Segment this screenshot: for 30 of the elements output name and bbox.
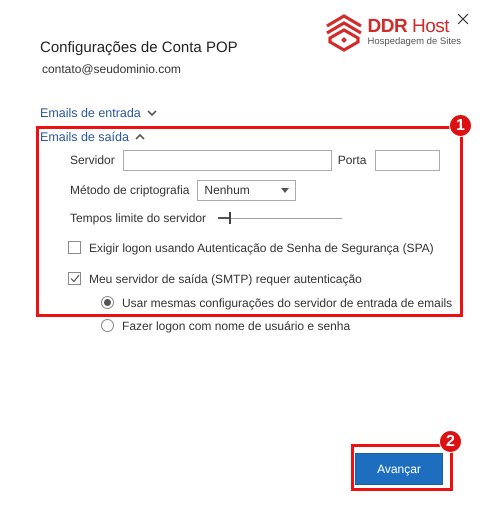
dialog-title: Configurações de Conta POP	[40, 38, 238, 58]
checkbox-label: Meu servidor de saída (SMTP) requer autenticação	[89, 270, 362, 288]
logo-tagline: Hospedagem de Sites	[368, 36, 461, 48]
step-number: 2	[439, 430, 462, 453]
close-icon	[457, 12, 469, 25]
encryption-dropdown[interactable]: Nenhum	[197, 180, 296, 200]
logo-name: DDR Host	[368, 16, 450, 36]
radio-button[interactable]	[101, 296, 114, 309]
radio-label: Fazer logon com nome de usuário e senha	[122, 318, 350, 334]
chevron-down-icon	[146, 108, 157, 117]
timeout-slider[interactable]	[218, 212, 342, 224]
step-number: 1	[449, 114, 472, 137]
field-label: Porta	[338, 152, 366, 169]
checkbox-label: Exigir logon usando Autenticação de Senha de Segurança (SPA)	[89, 240, 434, 256]
server-field[interactable]	[122, 150, 332, 170]
section-toggle[interactable]: Emails de entrada	[40, 104, 157, 122]
radio-button[interactable]	[101, 319, 114, 332]
radio-label: Usar mesmas configurações do servidor de entrada de emails	[122, 294, 452, 312]
checkbox[interactable]	[68, 241, 81, 254]
section-toggle[interactable]: Emails de saída	[40, 128, 145, 146]
next-button[interactable]: Avançar	[355, 452, 443, 484]
field-label: Tempos limite do servidor	[70, 210, 206, 226]
field-label: Servidor	[70, 152, 115, 169]
field-label: Método de criptografia	[70, 182, 190, 199]
port-field[interactable]	[375, 150, 440, 170]
chevron-up-icon	[134, 132, 145, 141]
checkbox[interactable]	[68, 272, 81, 285]
account-email: contato@seudominio.com	[42, 60, 181, 78]
logo-icon	[324, 12, 364, 52]
caret-icon	[281, 188, 290, 192]
